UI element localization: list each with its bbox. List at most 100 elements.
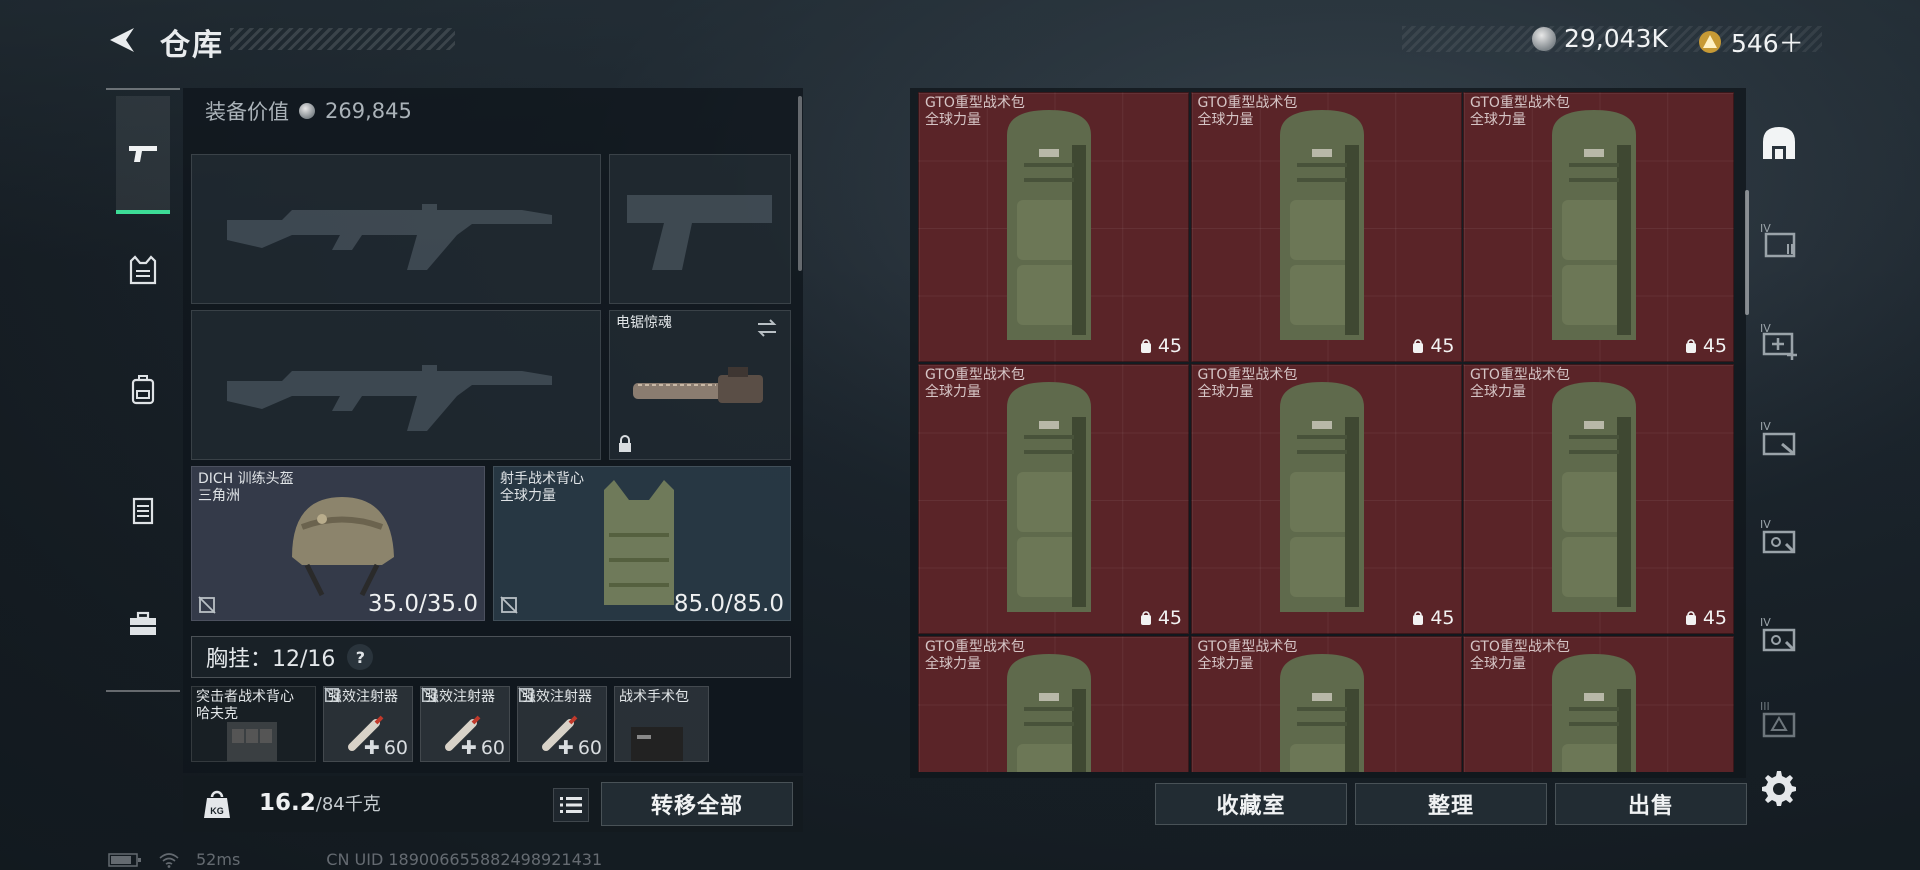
- loadout-scrollbar[interactable]: [798, 96, 802, 271]
- container-tab-1[interactable]: IV: [1756, 218, 1802, 264]
- injector-slot[interactable]: 强效注射器 ✚ 60: [420, 686, 510, 762]
- list-view-button[interactable]: [553, 788, 589, 822]
- toolbox-icon: [130, 611, 156, 635]
- bag-capacity-icon: [1140, 611, 1151, 625]
- container-tab-3[interactable]: IV: [1756, 416, 1802, 462]
- stash-item-cell[interactable]: GTO重型战术包全球力量45: [918, 92, 1189, 362]
- helmet-label: DICH 训练头盔 三角洲: [198, 471, 294, 505]
- vest-icon: [129, 255, 157, 285]
- primary-weapon-slot[interactable]: [191, 154, 601, 304]
- item-capacity-row: 45: [1410, 607, 1455, 629]
- stash-home-tab[interactable]: [1756, 120, 1802, 166]
- item-capacity: 45: [1430, 335, 1455, 357]
- armor-vest-icon: [604, 480, 674, 605]
- pistol-silhouette-icon: [627, 195, 772, 270]
- container-tab-2[interactable]: IV: [1756, 318, 1802, 364]
- folder-icon: IV: [1760, 222, 1796, 258]
- warning-box-icon: III: [1760, 700, 1796, 738]
- sort-button[interactable]: 整理: [1355, 783, 1547, 825]
- transfer-all-button[interactable]: 转移全部: [601, 782, 793, 826]
- svg-text:IV: IV: [1760, 616, 1771, 629]
- swap-icon[interactable]: [754, 317, 780, 339]
- surgery-kit-icon: [631, 727, 683, 761]
- container-tab-5[interactable]: IV: [1756, 612, 1802, 658]
- backpack-icon: [1007, 382, 1091, 612]
- backpack-icon: [1279, 382, 1364, 612]
- chest-rig-header: 胸挂：12/16 ?: [191, 636, 791, 678]
- armor-durability: 85.0/85.0: [673, 591, 784, 617]
- safe-icon: IV: [1760, 518, 1796, 554]
- tab-armor[interactable]: [116, 240, 170, 300]
- item-capacity: 45: [1702, 335, 1727, 357]
- back-arrow-icon[interactable]: [104, 22, 140, 58]
- safehouse-icon: [1763, 127, 1795, 159]
- melee-slot[interactable]: 电锯惊魂: [609, 310, 791, 460]
- wifi-icon: [159, 852, 179, 868]
- item-capacity: 45: [1157, 335, 1182, 357]
- settings-button[interactable]: [1756, 766, 1802, 812]
- helmet-slot[interactable]: DICH 训练头盔 三角洲 35.0/35.0: [191, 466, 485, 621]
- equip-value-label: 装备价值: [205, 100, 289, 124]
- chest-rig-slot[interactable]: 突击者战术背心 哈夫克: [191, 686, 316, 762]
- tab-backpack[interactable]: [116, 360, 170, 420]
- stash-item-cell[interactable]: GTO重型战术包全球力量45: [1190, 636, 1462, 772]
- injector-name: 强效注射器: [328, 689, 398, 705]
- stash-item-cell[interactable]: GTO重型战术包全球力量45: [1190, 92, 1462, 362]
- stash-item-cell[interactable]: GTO重型战术包全球力量45: [1190, 364, 1462, 634]
- armor-slot[interactable]: 射手战术背心 全球力量 85.0/85.0: [493, 466, 791, 621]
- weight-max: /84千克: [315, 794, 381, 815]
- list-icon: [560, 797, 582, 813]
- bag-capacity-icon: [1685, 611, 1696, 625]
- silver-currency[interactable]: 29,043K: [1532, 24, 1668, 53]
- chest-rig-name: 突击者战术背心: [196, 689, 294, 705]
- rail-divider: [106, 690, 180, 692]
- armor-label: 射手战术背心 全球力量: [500, 471, 584, 505]
- item-capacity-row: 45: [1138, 335, 1182, 357]
- weight-current: 16.2: [259, 790, 316, 816]
- title-decoration: [230, 28, 455, 50]
- injector-slot[interactable]: 强效注射器 ✚ 60: [323, 686, 413, 762]
- pistol-icon: [129, 146, 157, 162]
- help-icon[interactable]: ?: [347, 644, 374, 670]
- armor-name: 射手战术背心: [500, 471, 584, 487]
- tab-weapons[interactable]: [116, 96, 170, 214]
- pistol-slot[interactable]: [609, 154, 791, 304]
- weight-readout: 16.2/84千克: [259, 790, 381, 816]
- stash-item-cell[interactable]: GTO重型战术包全球力量45: [1463, 636, 1734, 772]
- injector-slot[interactable]: 强效注射器 ✚ 60: [517, 686, 607, 762]
- surgery-kit-slot[interactable]: 战术手术包: [614, 686, 709, 762]
- armor-faction: 全球力量: [500, 488, 556, 504]
- stash-item-cell[interactable]: GTO重型战术包全球力量45: [1463, 92, 1734, 362]
- container-tab-6[interactable]: III: [1756, 696, 1802, 742]
- sell-button[interactable]: 出售: [1555, 783, 1747, 825]
- lock-icon: [619, 435, 631, 452]
- battery-icon: [108, 852, 141, 867]
- gold-currency[interactable]: 546＋: [1697, 24, 1804, 60]
- item-capacity-row: 45: [1683, 607, 1727, 629]
- equipment-value: 装备价值 269,845: [205, 96, 412, 126]
- injector-count-row: ✚ 60: [461, 737, 505, 759]
- tab-case[interactable]: [116, 480, 170, 540]
- gear-icon: [1762, 771, 1796, 806]
- item-capacity-row: 45: [1410, 335, 1455, 357]
- injector-name: 强效注射器: [425, 689, 495, 705]
- item-capacity: 45: [1702, 607, 1727, 629]
- helmet-durability: 35.0/35.0: [367, 591, 478, 617]
- plus-icon: ✚: [363, 737, 380, 759]
- stash-item-cell[interactable]: GTO重型战术包全球力量45: [1463, 364, 1734, 634]
- user-uid: CN UID 1890066558824989214​31: [326, 850, 603, 869]
- svg-text:III: III: [1760, 700, 1770, 713]
- backpack-icon: [131, 375, 155, 405]
- stash-item-cell[interactable]: GTO重型战术包全球力量45: [918, 636, 1189, 772]
- secondary-weapon-slot[interactable]: [191, 310, 601, 460]
- stash-item-cell[interactable]: GTO重型战术包全球力量45: [918, 364, 1189, 634]
- rifle-silhouette-icon: [227, 365, 552, 431]
- injector-count: 60: [383, 737, 408, 759]
- chest-rig-icon: [227, 722, 277, 761]
- container-tab-4[interactable]: IV: [1756, 514, 1802, 560]
- weight-icon: KG: [204, 790, 230, 818]
- tab-toolbox[interactable]: [116, 594, 170, 654]
- item-capacity-row: 45: [1683, 335, 1727, 357]
- vault-button[interactable]: 收藏室: [1155, 783, 1347, 825]
- category-rail: [106, 88, 178, 688]
